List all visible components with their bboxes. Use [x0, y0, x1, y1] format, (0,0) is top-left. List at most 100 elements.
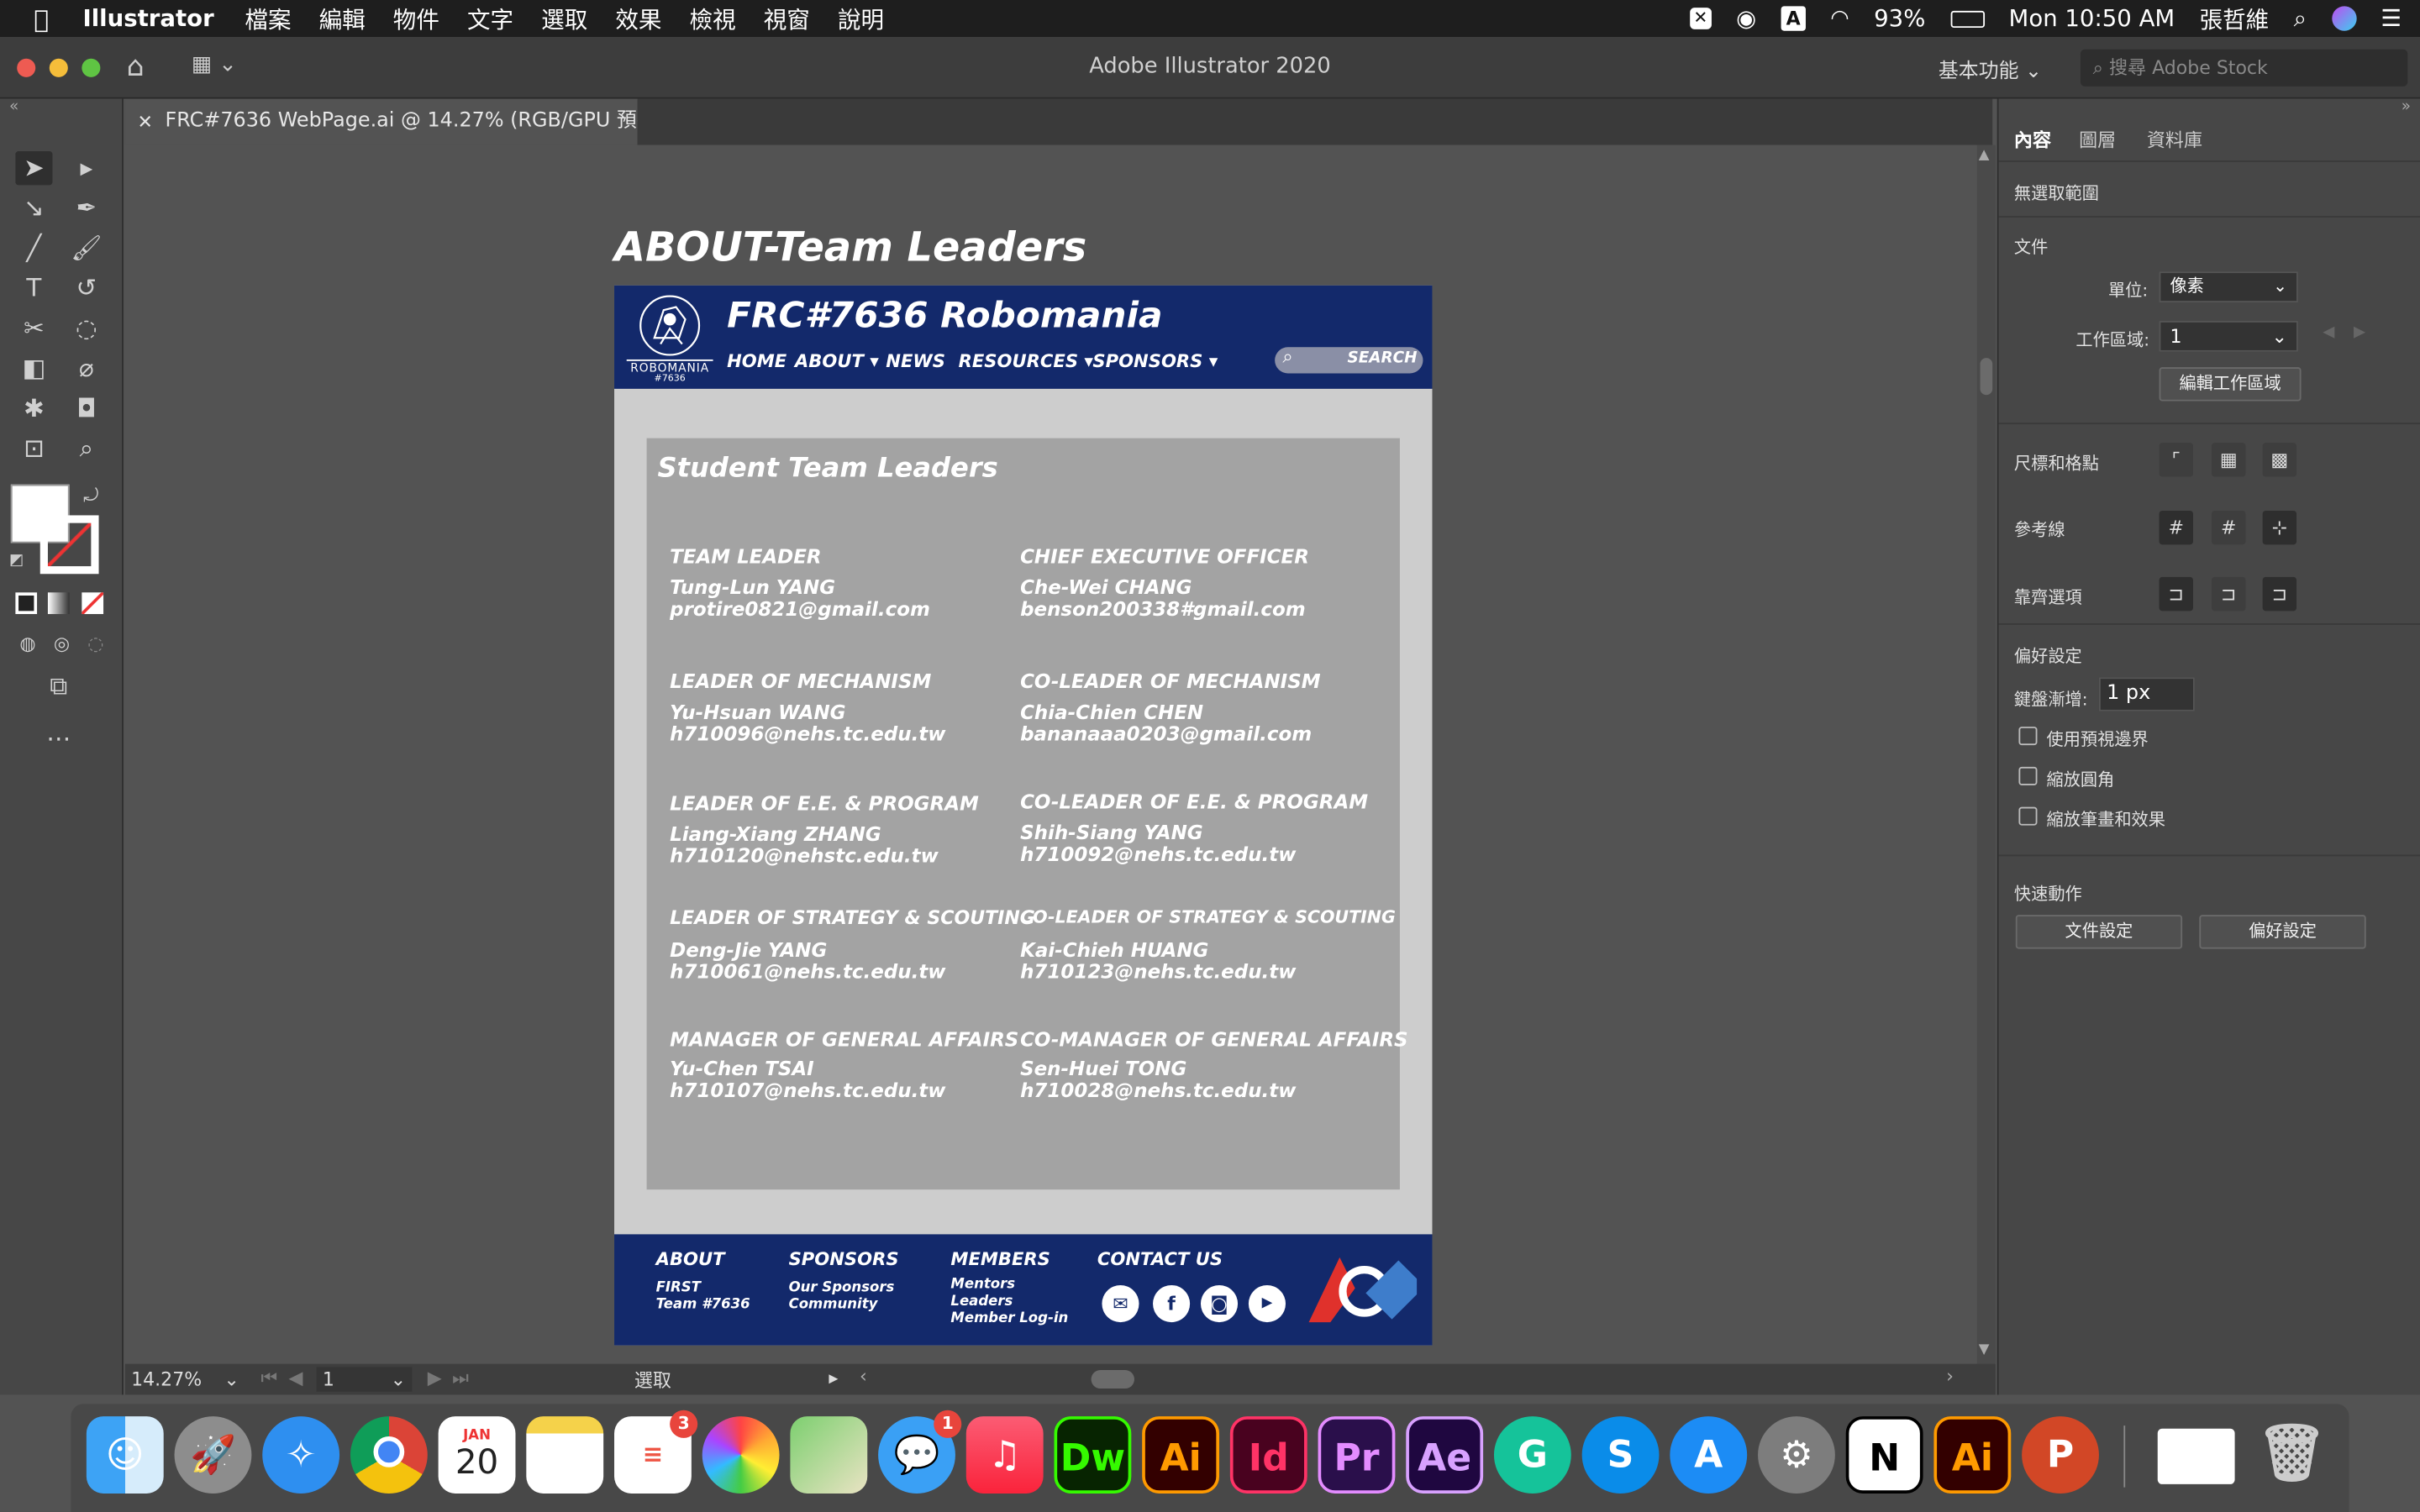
edit-artboards-button[interactable]: 編輯工作區域: [2159, 367, 2302, 402]
nav-sponsors[interactable]: SPONSORS ▾: [1092, 350, 1218, 372]
menu-window[interactable]: 視窗: [764, 3, 810, 35]
footer-members-heading[interactable]: MEMBERS: [950, 1248, 1050, 1270]
default-colors-icon[interactable]: ◩: [9, 553, 24, 570]
illustrator-icon[interactable]: Ai: [1142, 1416, 1220, 1494]
calendar-icon[interactable]: JAN 20: [438, 1416, 516, 1494]
after-effects-icon[interactable]: Ae: [1406, 1416, 1484, 1494]
horizontal-scroll-thumb[interactable]: [1091, 1370, 1134, 1389]
footer-contact-heading[interactable]: CONTACT US: [1097, 1248, 1223, 1270]
menu-effect[interactable]: 效果: [615, 3, 661, 35]
apple-icon[interactable]: : [34, 4, 49, 34]
paintbrush-tool[interactable]: 🖌: [68, 232, 105, 265]
expand-panel-icon[interactable]: »: [2402, 99, 2411, 116]
eyedropper-tool[interactable]: ⌀: [68, 352, 105, 386]
footer-link-leaders[interactable]: Leaders: [950, 1294, 1013, 1310]
workspace-switcher[interactable]: 基本功能 ⌄: [1939, 54, 2042, 84]
snap-to-grid-icon[interactable]: ⊐: [2212, 576, 2246, 612]
menu-type[interactable]: 文字: [467, 3, 513, 35]
footer-about-heading[interactable]: ABOUT: [656, 1248, 725, 1270]
selection-tool[interactable]: ➤: [15, 150, 53, 186]
guides-icon[interactable]: #: [2159, 510, 2193, 545]
status-menu-icon[interactable]: ▸: [829, 1367, 838, 1389]
units-select[interactable]: 像素 ⌄: [2159, 271, 2298, 302]
notes-icon[interactable]: [526, 1416, 604, 1494]
maps-icon[interactable]: [790, 1416, 868, 1494]
next-artboard-icon[interactable]: ▶: [428, 1367, 442, 1389]
footer-sponsors-heading[interactable]: SPONSORS: [789, 1248, 899, 1270]
stock-search-field[interactable]: ⌕ 搜尋 Adobe Stock: [2080, 49, 2408, 87]
artboard-number-field[interactable]: 1 ⌄: [316, 1367, 413, 1392]
nav-home[interactable]: HOME: [727, 350, 786, 372]
vertical-scrollbar[interactable]: ▲ ▼: [1976, 144, 1996, 1364]
nav-resources[interactable]: RESOURCES ▾: [959, 350, 1093, 372]
facebook-icon[interactable]: f: [1153, 1284, 1191, 1323]
previous-artboard-icon[interactable]: ◀: [288, 1367, 302, 1389]
nav-news[interactable]: NEWS: [886, 350, 945, 372]
grid-icon[interactable]: ▦: [2212, 443, 2246, 477]
clock[interactable]: Mon 10:50 AM: [2009, 5, 2175, 33]
user-name[interactable]: 張哲維: [2200, 3, 2270, 35]
messages-icon[interactable]: 💬 1: [878, 1410, 962, 1494]
footer-link-first[interactable]: FIRST: [656, 1280, 701, 1295]
first-artboard-icon[interactable]: ⏮: [260, 1367, 277, 1390]
line-tool[interactable]: ╱: [15, 232, 52, 265]
smart-guides-icon[interactable]: ⊹: [2262, 510, 2297, 545]
powerpoint-icon[interactable]: P: [2022, 1416, 2099, 1494]
photos-icon[interactable]: [702, 1416, 780, 1494]
lock-guides-icon[interactable]: #: [2212, 510, 2246, 545]
screen-mode-icon[interactable]: ⧉: [40, 669, 77, 703]
color-mode-icon[interactable]: [15, 592, 38, 615]
scroll-up-icon[interactable]: ▲: [1979, 148, 1990, 163]
menu-help[interactable]: 說明: [838, 3, 884, 35]
footer-link-our-sponsors[interactable]: Our Sponsors: [789, 1280, 895, 1295]
menu-view[interactable]: 檢視: [690, 3, 736, 35]
menu-edit[interactable]: 編輯: [319, 3, 366, 35]
reminders-icon[interactable]: ≡ 3: [614, 1410, 698, 1494]
wifi-icon[interactable]: ◠: [1830, 6, 1849, 30]
artboard[interactable]: ROBOMANIA #7636 FRC#7636 Robomania HOME …: [614, 285, 1433, 1346]
collapse-panel-icon[interactable]: «: [9, 99, 18, 116]
ruler-icon[interactable]: ⌜: [2159, 443, 2193, 477]
snap-to-point-icon[interactable]: ⊐: [2159, 576, 2193, 612]
close-tab-icon[interactable]: ✕: [137, 99, 152, 145]
footer-link-mentors[interactable]: Mentors: [950, 1278, 1015, 1293]
zoom-tool[interactable]: ⌕: [68, 432, 105, 465]
rotate-tool[interactable]: ↺: [68, 271, 105, 305]
footer-link-member-login[interactable]: Member Log-in: [950, 1311, 1068, 1326]
gradient-tool[interactable]: ◧: [15, 352, 52, 386]
tab-libraries[interactable]: 資料庫: [2147, 127, 2202, 153]
last-artboard-icon[interactable]: ⏭: [452, 1367, 469, 1390]
keyboard-increment-field[interactable]: 1 px: [2098, 677, 2195, 711]
spotlight-search-icon[interactable]: ⌕: [2294, 5, 2307, 33]
transparency-grid-icon[interactable]: ▩: [2262, 443, 2297, 477]
shape-builder-tool[interactable]: ◘: [68, 392, 105, 426]
notion-icon[interactable]: N: [1845, 1416, 1923, 1494]
gradient-mode-icon[interactable]: [47, 592, 70, 615]
scale-strokes-checkbox[interactable]: [2018, 806, 2038, 826]
prev-artboard-arrow-icon[interactable]: ◀: [2323, 324, 2334, 341]
scroll-down-icon[interactable]: ▼: [1979, 1342, 1990, 1357]
status-sync-icon[interactable]: ◉: [1736, 5, 1756, 33]
music-icon[interactable]: ♫: [965, 1416, 1044, 1494]
youtube-icon[interactable]: ▶: [1248, 1284, 1286, 1323]
footer-link-community[interactable]: Community: [789, 1298, 878, 1313]
control-center-icon[interactable]: ☰: [2381, 5, 2402, 33]
menu-select[interactable]: 選取: [541, 3, 587, 35]
app-store-icon[interactable]: A: [1670, 1416, 1748, 1494]
indesign-icon[interactable]: Id: [1229, 1416, 1307, 1494]
site-search-box[interactable]: ⌕ SEARCH: [1275, 345, 1423, 374]
email-icon[interactable]: ✉: [1102, 1284, 1139, 1323]
trash-icon[interactable]: 🗑: [2254, 1416, 2331, 1494]
draw-behind-icon[interactable]: ◎: [43, 627, 80, 660]
draw-inside-icon[interactable]: ◌: [77, 627, 114, 660]
puppet-warp-tool[interactable]: ✱: [15, 392, 52, 426]
use-preview-bounds-checkbox[interactable]: [2018, 727, 2038, 746]
type-tool[interactable]: T: [15, 271, 52, 305]
grammarly-icon[interactable]: G: [1493, 1416, 1571, 1494]
scale-corners-checkbox[interactable]: [2018, 766, 2038, 785]
draw-normal-icon[interactable]: ◍: [9, 627, 46, 660]
nav-about[interactable]: ABOUT ▾: [795, 350, 879, 372]
artboard-tool[interactable]: ⊡: [15, 432, 52, 465]
tab-layers[interactable]: 圖層: [2079, 127, 2116, 153]
input-method-icon[interactable]: A: [1781, 6, 1806, 31]
